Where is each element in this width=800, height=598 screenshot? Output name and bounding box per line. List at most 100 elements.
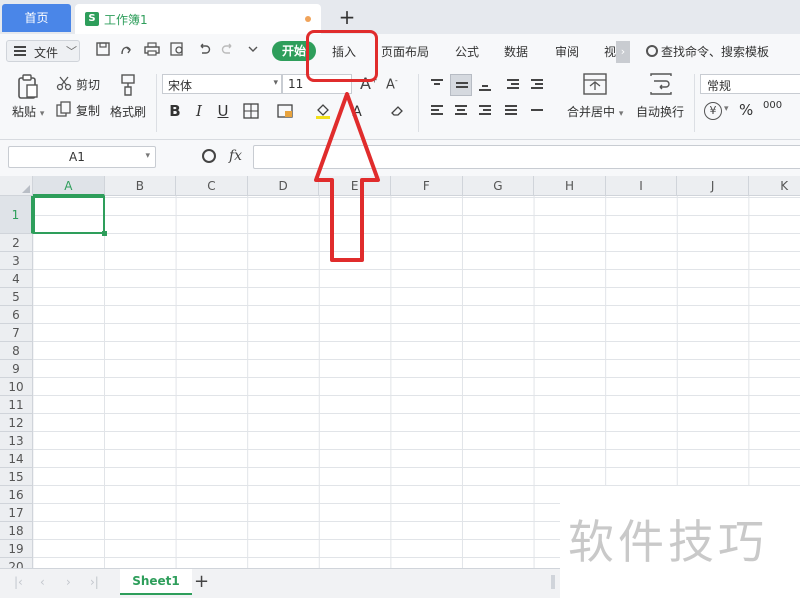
- currency-icon[interactable]: ¥: [704, 102, 722, 120]
- justify-button[interactable]: [500, 100, 522, 122]
- row-header-2[interactable]: 2: [0, 234, 33, 252]
- row-header-15[interactable]: 15: [0, 468, 33, 486]
- undo-icon[interactable]: [196, 42, 212, 58]
- wrap-text-button[interactable]: 自动换行: [636, 103, 684, 120]
- underline-button[interactable]: U: [212, 100, 234, 122]
- file-menu-label: 文件: [34, 46, 59, 60]
- menu-bar: 文件 ﹀ 开始 插入 页面布局 公式 数据 审阅 视 › 查找命令、搜索模板: [0, 34, 800, 68]
- currency-dropdown-icon[interactable]: ▾: [724, 104, 729, 114]
- bold-button[interactable]: B: [164, 100, 186, 122]
- row-header-7[interactable]: 7: [0, 324, 33, 342]
- row-header-8[interactable]: 8: [0, 342, 33, 360]
- distributed-align-button[interactable]: [526, 100, 548, 122]
- row-header-18[interactable]: 18: [0, 522, 33, 540]
- name-box[interactable]: A1 ▾: [8, 146, 156, 168]
- row-header-19[interactable]: 19: [0, 540, 33, 558]
- row-header-6[interactable]: 6: [0, 306, 33, 324]
- column-header-i[interactable]: I: [605, 176, 678, 196]
- percent-button[interactable]: %: [739, 101, 753, 119]
- print-preview-icon[interactable]: [170, 42, 186, 58]
- row-header-17[interactable]: 17: [0, 504, 33, 522]
- column-header-k[interactable]: K: [748, 176, 800, 196]
- align-left-button[interactable]: [426, 100, 448, 122]
- title-bar: 首页 S 工作簿1 +: [0, 0, 800, 34]
- font-name-value: 宋体: [168, 79, 193, 93]
- row-1-cells: [33, 196, 800, 234]
- paste-icon[interactable]: [16, 74, 40, 99]
- align-center-button[interactable]: [450, 100, 472, 122]
- cut-button[interactable]: 剪切: [76, 76, 100, 93]
- row-header-14[interactable]: 14: [0, 450, 33, 468]
- align-bottom-button[interactable]: [474, 74, 496, 96]
- format-painter-button[interactable]: 格式刷: [110, 103, 146, 120]
- row-header-16[interactable]: 16: [0, 486, 33, 504]
- row-header-12[interactable]: 12: [0, 414, 33, 432]
- row-header-11[interactable]: 11: [0, 396, 33, 414]
- borders-icon[interactable]: [240, 100, 262, 122]
- row-header-20[interactable]: 20: [0, 558, 33, 568]
- row-header-13[interactable]: 13: [0, 432, 33, 450]
- decrease-indent-button[interactable]: [502, 74, 524, 96]
- column-header-g[interactable]: G: [462, 176, 535, 196]
- row-header-10[interactable]: 10: [0, 378, 33, 396]
- clear-format-icon[interactable]: [386, 100, 408, 122]
- row-header-9[interactable]: 9: [0, 360, 33, 378]
- scissors-icon: [56, 75, 72, 91]
- ribbon-divider: [156, 74, 157, 132]
- row-header-5[interactable]: 5: [0, 288, 33, 306]
- next-sheet-icon[interactable]: ›: [66, 575, 71, 589]
- column-header-a[interactable]: A: [33, 176, 105, 196]
- first-sheet-icon[interactable]: |‹: [14, 575, 23, 589]
- save-icon[interactable]: [95, 42, 111, 58]
- merge-center-button[interactable]: 合并居中 ▾: [567, 103, 623, 120]
- last-sheet-icon[interactable]: ›|: [90, 575, 99, 589]
- column-header-c[interactable]: C: [176, 176, 248, 196]
- active-cell-a1[interactable]: [33, 196, 107, 236]
- paste-button[interactable]: 粘贴 ▾: [12, 103, 44, 120]
- align-right-button[interactable]: [474, 100, 496, 122]
- increase-indent-button[interactable]: [526, 74, 548, 96]
- copy-button[interactable]: 复制: [76, 102, 100, 119]
- paste-label: 粘贴: [12, 105, 37, 119]
- tab-data[interactable]: 数据: [504, 43, 528, 60]
- ribbon-divider: [694, 74, 695, 132]
- tab-view[interactable]: 视: [604, 43, 616, 60]
- select-all-button[interactable]: [0, 176, 33, 196]
- align-top-button[interactable]: [426, 74, 448, 96]
- redo-icon[interactable]: [220, 42, 236, 58]
- italic-button[interactable]: I: [188, 100, 210, 122]
- customize-toolbar-icon[interactable]: [245, 42, 261, 58]
- column-header-j[interactable]: J: [677, 176, 749, 196]
- font-name-select[interactable]: 宋体 ▾: [162, 74, 282, 94]
- sheet-tab-sheet1[interactable]: Sheet1: [120, 569, 192, 595]
- more-tabs-button[interactable]: ›: [616, 41, 630, 63]
- column-header-h[interactable]: H: [534, 176, 606, 196]
- export-icon[interactable]: [118, 42, 134, 58]
- number-format-select[interactable]: 常规: [700, 74, 800, 94]
- tab-formulas[interactable]: 公式: [455, 43, 479, 60]
- thousands-separator-button[interactable]: 000: [763, 100, 782, 111]
- command-search[interactable]: 查找命令、搜索模板: [646, 43, 769, 60]
- row-header-1[interactable]: 1: [0, 196, 33, 234]
- column-header-b[interactable]: B: [104, 176, 177, 196]
- print-icon[interactable]: [144, 42, 160, 58]
- tab-review[interactable]: 审阅: [555, 43, 579, 60]
- row-header-4[interactable]: 4: [0, 270, 33, 288]
- align-middle-button[interactable]: [450, 74, 472, 96]
- hamburger-icon: [14, 46, 26, 56]
- column-header-f[interactable]: F: [390, 176, 463, 196]
- new-tab-button[interactable]: +: [336, 4, 358, 30]
- tab-workbook[interactable]: S 工作簿1: [75, 4, 321, 34]
- column-header-d[interactable]: D: [247, 176, 320, 196]
- cell-style-icon[interactable]: [274, 100, 296, 122]
- scrollbar-handle[interactable]: [551, 575, 555, 589]
- file-menu-button[interactable]: 文件 ﹀: [6, 40, 80, 62]
- add-sheet-button[interactable]: +: [194, 571, 209, 592]
- insert-function-button[interactable]: fx: [229, 148, 242, 164]
- prev-sheet-icon[interactable]: ‹: [40, 575, 45, 589]
- zoom-icon[interactable]: [202, 149, 216, 163]
- tab-home[interactable]: 首页: [2, 4, 71, 32]
- row-header-3[interactable]: 3: [0, 252, 33, 270]
- tab-page-layout[interactable]: 页面布局: [381, 43, 429, 60]
- font-shrink-icon[interactable]: A-: [386, 76, 398, 92]
